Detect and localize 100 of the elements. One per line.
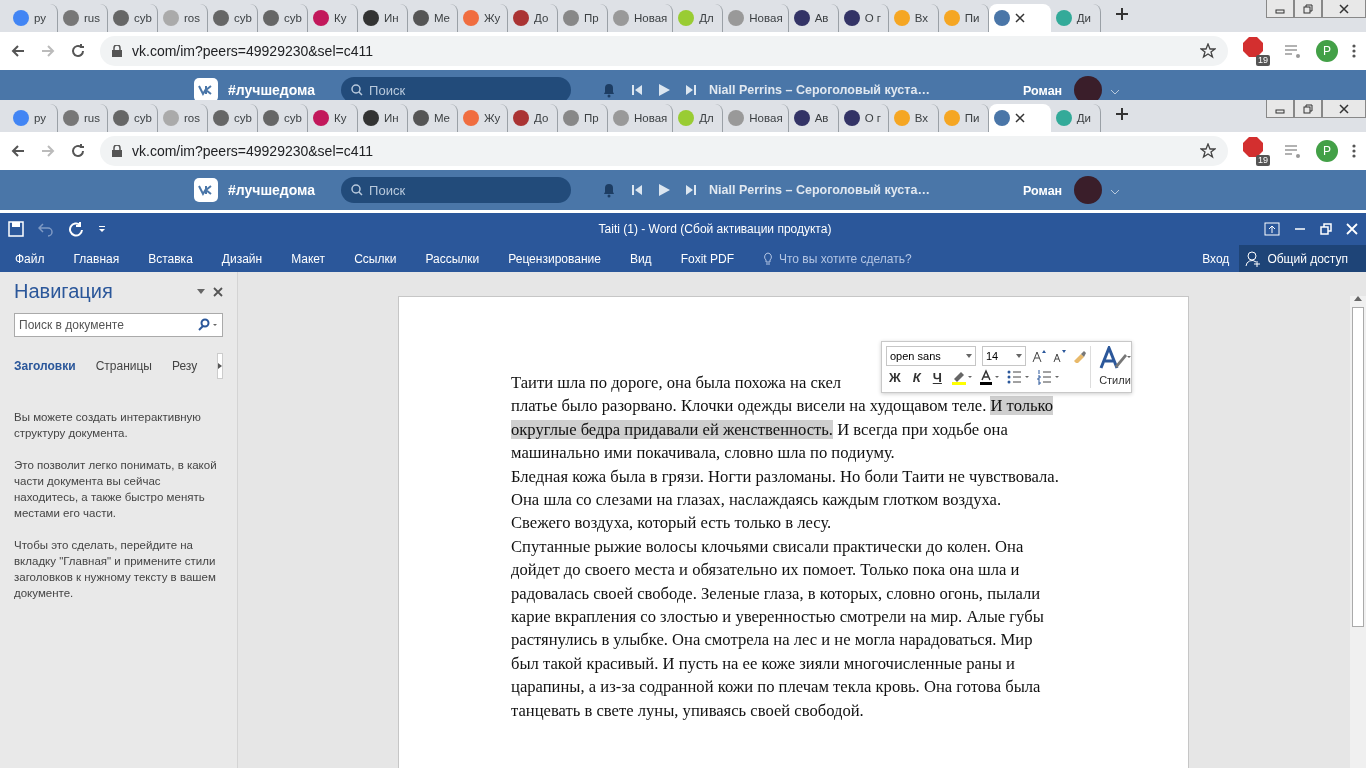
restore-icon[interactable]	[1320, 223, 1332, 235]
browser-tab[interactable]	[988, 104, 1051, 132]
customize-caret-icon[interactable]	[98, 225, 106, 233]
hashtag-text[interactable]: #лучшедома	[228, 82, 316, 98]
caret-down-icon[interactable]	[197, 289, 205, 294]
play-icon[interactable]	[657, 83, 672, 97]
font-size-dropdown[interactable]: 14	[982, 346, 1026, 366]
highlighter-icon[interactable]	[950, 369, 973, 385]
site-icon	[843, 110, 860, 126]
chevron-down-icon[interactable]	[1110, 189, 1121, 195]
close-icon[interactable]	[213, 286, 223, 297]
shrink-font-icon[interactable]	[1052, 349, 1066, 363]
previous-track-icon[interactable]	[631, 84, 644, 96]
site-icon	[843, 10, 860, 26]
star-icon[interactable]	[1200, 143, 1216, 159]
address-bar[interactable]: vk.com/im?peers=49929230&sel=c411	[100, 36, 1228, 66]
ribbon-tab[interactable]: Вставка	[148, 251, 193, 266]
back-arrow-icon[interactable]	[10, 43, 26, 59]
kebab-menu-icon[interactable]	[1352, 43, 1356, 59]
site-icon	[163, 10, 179, 26]
close-icon[interactable]	[1014, 13, 1025, 23]
ribbon-tab[interactable]: Рецензирование	[508, 251, 601, 266]
scrollbar[interactable]	[1350, 296, 1366, 768]
site-icon	[943, 10, 960, 26]
search-field[interactable]: Поиск	[341, 77, 572, 100]
ribbon-tab[interactable]: Дизайн	[221, 251, 263, 266]
logo-icon[interactable]	[194, 178, 218, 202]
user-name[interactable]: Роман	[1023, 184, 1063, 198]
grow-font-icon[interactable]	[1032, 349, 1046, 363]
back-arrow-icon[interactable]	[10, 143, 26, 159]
pane-tab[interactable]: Заголовки	[14, 359, 76, 373]
track-title[interactable]: Niall Perrins – Сероголовый куста…	[709, 183, 1010, 197]
restore-icon[interactable]	[1303, 3, 1313, 14]
scroll-tabs-button[interactable]	[217, 353, 224, 379]
hashtag-text[interactable]: #лучшедома	[228, 182, 316, 198]
next-track-icon[interactable]	[685, 84, 698, 96]
underline-button[interactable]: Ч	[929, 369, 945, 385]
format-painter-icon[interactable]	[1072, 349, 1086, 363]
kebab-menu-icon[interactable]	[1352, 143, 1356, 159]
tell-me-field[interactable]: Что вы хотите сделать?	[762, 251, 912, 266]
address-bar[interactable]: vk.com/im?peers=49929230&sel=c411	[100, 136, 1228, 166]
bold-button[interactable]: Ж	[886, 369, 904, 385]
pane-tab[interactable]: Страницы	[95, 359, 152, 373]
undo-icon[interactable]	[38, 221, 54, 237]
arrow-right-icon[interactable]	[218, 363, 223, 369]
caret-down-icon[interactable]	[966, 354, 972, 358]
site-icon	[163, 110, 179, 126]
styles-button-label[interactable]: Стили	[1099, 374, 1131, 386]
reload-icon[interactable]	[70, 143, 86, 159]
minimize-button[interactable]	[1266, 0, 1294, 18]
sign-in-link[interactable]: Вход	[1202, 251, 1230, 266]
close-icon[interactable]	[1339, 103, 1349, 114]
close-button[interactable]	[1322, 0, 1366, 18]
lock-icon	[112, 45, 122, 57]
next-track-icon[interactable]	[685, 184, 698, 196]
caret-down-icon[interactable]	[1016, 354, 1022, 358]
italic-button[interactable]: К	[909, 369, 924, 385]
styles-icon[interactable]	[1099, 346, 1131, 370]
close-button[interactable]	[1322, 100, 1366, 118]
arrow-up-icon[interactable]	[1354, 296, 1362, 301]
ribbon-display-icon[interactable]	[1264, 221, 1280, 237]
share-button[interactable]: Общий доступ	[1239, 245, 1366, 272]
ribbon-tab[interactable]: Рассылки	[425, 251, 480, 266]
ribbon-tab[interactable]: Макет	[291, 251, 326, 266]
search-field[interactable]: Поиск в документе	[14, 313, 223, 337]
font-name-dropdown[interactable]: open sans	[886, 346, 976, 366]
chevron-down-icon[interactable]	[1110, 89, 1121, 95]
font-color-icon[interactable]	[978, 369, 1001, 385]
save-icon[interactable]	[8, 221, 24, 237]
play-icon[interactable]	[657, 183, 672, 197]
plus-icon[interactable]	[1114, 107, 1129, 121]
bullet-list-icon[interactable]	[1006, 369, 1031, 385]
reload-icon[interactable]	[70, 43, 86, 59]
previous-track-icon[interactable]	[631, 184, 644, 196]
restore-icon[interactable]	[1303, 103, 1313, 114]
minimize-button[interactable]	[1266, 100, 1294, 118]
ribbon-tab[interactable]: Ссылки	[354, 251, 397, 266]
ribbon-tab[interactable]: Главная	[73, 251, 120, 266]
plus-icon[interactable]	[1114, 7, 1129, 21]
search-field[interactable]: Поиск	[341, 177, 572, 203]
ribbon-tab[interactable]: Вид	[629, 251, 652, 266]
star-icon[interactable]	[1200, 43, 1216, 59]
close-icon[interactable]	[1339, 3, 1349, 14]
restore-button[interactable]	[1294, 100, 1322, 118]
track-title[interactable]: Niall Perrins – Сероголовый куста…	[709, 83, 1010, 97]
numbered-list-icon[interactable]	[1036, 369, 1061, 385]
site-icon	[13, 10, 29, 26]
avatar[interactable]	[1074, 76, 1103, 100]
restore-button[interactable]	[1294, 0, 1322, 18]
pane-tab[interactable]: Резу	[171, 359, 198, 373]
ribbon-tab[interactable]: Foxit PDF	[680, 251, 734, 266]
close-icon[interactable]	[1014, 113, 1025, 123]
avatar[interactable]	[1074, 176, 1103, 204]
browser-tab[interactable]	[988, 4, 1051, 32]
user-name[interactable]: Роман	[1023, 84, 1063, 98]
ribbon-tab[interactable]: Файл	[15, 251, 45, 266]
logo-icon[interactable]	[194, 78, 218, 100]
site-icon	[513, 110, 529, 126]
help-text: Чтобы это сделать, перейдите на вкладку "Главная" и примените стили заголовков к нужному тексту в вашем документе.	[14, 538, 217, 601]
redo-icon[interactable]	[68, 221, 84, 237]
